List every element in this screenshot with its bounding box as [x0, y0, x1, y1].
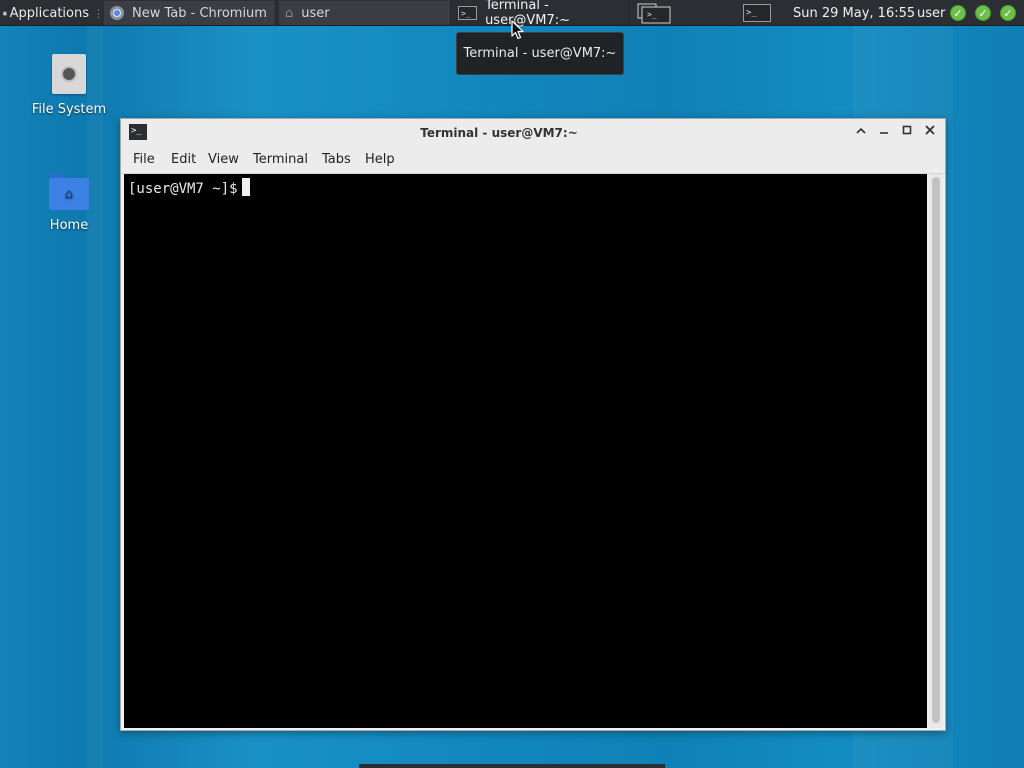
home-icon: ⌂ [285, 5, 294, 21]
minimize-button[interactable] [875, 123, 893, 141]
terminal-icon: >_ [743, 4, 771, 22]
text-cursor [241, 178, 250, 196]
terminal-window: >_ Terminal - user@VM7:~ File Edit View … [120, 118, 946, 731]
panel-separator-icon: ⋮ [93, 6, 104, 20]
close-button[interactable] [921, 123, 939, 141]
close-icon [925, 125, 935, 135]
maximize-button[interactable] [898, 123, 916, 141]
desktop-shade [87, 26, 103, 768]
terminal-icon: >_ [458, 6, 478, 20]
terminal-prompt: [user@VM7 ~]$ [128, 181, 238, 197]
applications-menu-label: Applications [9, 5, 89, 21]
menu-view[interactable]: View [208, 147, 239, 173]
terminal-launcher-button[interactable]: >_ [741, 0, 773, 26]
workspace-switcher-button[interactable]: >_ [634, 0, 674, 26]
minimize-icon [880, 132, 888, 134]
panel-user-menu[interactable]: user [917, 0, 945, 26]
panel-clock[interactable]: Sun 29 May, 16:55 [793, 0, 915, 26]
desktop-icon-home[interactable]: ⌂ Home [19, 174, 119, 233]
terminal-output-area[interactable]: [user@VM7 ~]$ [124, 174, 927, 728]
bottom-dock[interactable] [359, 764, 665, 768]
shade-button[interactable] [852, 123, 870, 141]
checkmark-status-icon[interactable]: ✓ [975, 5, 991, 21]
taskbar-button-chromium[interactable]: New Tab - Chromium [104, 1, 276, 25]
taskbar-label: Terminal - user@VM7:~ [485, 0, 571, 28]
checkmark-status-icon[interactable]: ✓ [1000, 5, 1016, 21]
menu-file[interactable]: File [133, 147, 155, 173]
applications-menu-button[interactable]: Applications ⋮ [0, 0, 104, 26]
menu-terminal[interactable]: Terminal [253, 147, 308, 173]
menu-help[interactable]: Help [365, 147, 395, 173]
desktop-icon-label: File System [31, 102, 107, 117]
applications-menu-icon [3, 11, 7, 15]
taskbar-label: New Tab - Chromium [132, 5, 267, 21]
chevron-up-icon [856, 127, 866, 134]
desktop-icon-label: Home [49, 218, 89, 233]
menu-tabs[interactable]: Tabs [322, 147, 351, 173]
taskbar-button-file-manager[interactable]: ⌂ user [279, 1, 451, 25]
window-titlebar[interactable]: >_ Terminal - user@VM7:~ [121, 119, 945, 147]
mouse-cursor-icon [511, 20, 524, 40]
maximize-icon [902, 125, 912, 135]
terminal-prompt-line: [user@VM7 ~]$ [128, 178, 250, 199]
svg-text:>_: >_ [647, 10, 657, 19]
taskbar-button-terminal[interactable]: >_ Terminal - user@VM7:~ [452, 0, 630, 28]
status-tray: ✓ ✓ ✓ [950, 0, 1016, 26]
window-menubar: File Edit View Terminal Tabs Help [121, 147, 945, 174]
home-folder-icon: ⌂ [49, 174, 89, 210]
chromium-icon [110, 6, 124, 20]
checkmark-status-icon[interactable]: ✓ [950, 5, 966, 21]
taskbar-tooltip: Terminal - user@VM7:~ [456, 32, 624, 75]
menu-edit[interactable]: Edit [171, 147, 196, 173]
taskbar-label: user [301, 5, 330, 21]
window-stack-icon: >_ [637, 3, 671, 24]
terminal-scrollbar[interactable] [929, 174, 943, 728]
drive-icon [52, 54, 86, 94]
scrollbar-thumb[interactable] [932, 177, 940, 723]
desktop-icon-file-system[interactable]: File System [19, 54, 119, 117]
window-title: Terminal - user@VM7:~ [420, 126, 578, 140]
